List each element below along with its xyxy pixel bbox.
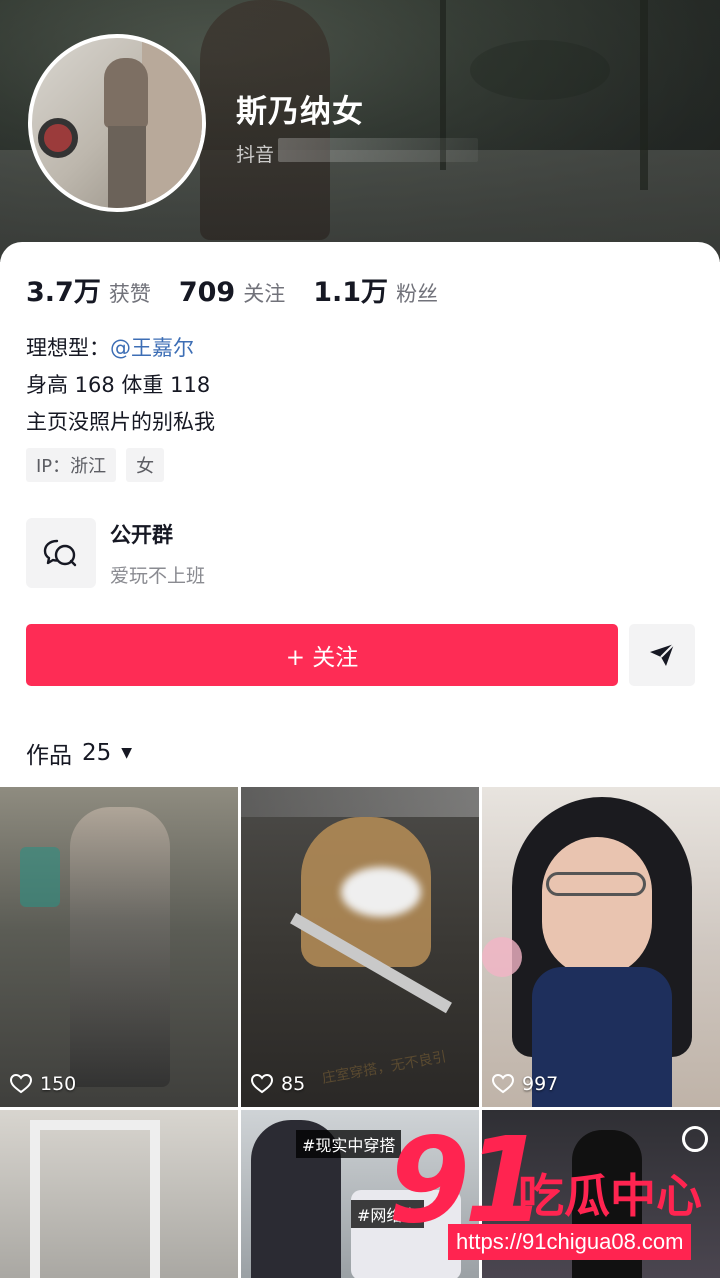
like-count: 85 (251, 1073, 305, 1095)
group-text: 公开群 爱玩不上班 (110, 519, 205, 588)
watermark-url: https://91chigua08.com (448, 1224, 692, 1260)
bio: 理想型：@王嘉尔 身高 168 体重 118 主页没照片的别私我 (26, 330, 215, 441)
thumbnail-rack (30, 1120, 160, 1130)
stat-label: 粉丝 (396, 282, 439, 306)
like-count-value: 85 (281, 1073, 306, 1095)
mention-link[interactable]: @王嘉尔 (110, 336, 194, 360)
thumbnail-ceiling (241, 787, 479, 817)
bio-line-height-weight: 身高 168 体重 118 (26, 373, 211, 397)
heart-icon (251, 1074, 273, 1094)
works-label: 作品 (26, 743, 72, 769)
username: 斯乃纳女 (236, 94, 364, 130)
thumbnail-blur-mosaic (341, 867, 421, 917)
stat-value: 709 (178, 277, 236, 308)
video-tile[interactable]: 庄室穿搭，无不良引 85 (241, 787, 479, 1107)
group-title: 公开群 (110, 522, 173, 547)
profile-tags: IP：浙江 女 (26, 448, 174, 482)
stat-following[interactable]: 709 关注 (179, 277, 285, 308)
follow-button[interactable]: + 关注 (26, 624, 618, 686)
avatar[interactable] (28, 34, 206, 212)
avatar-mirror (142, 38, 202, 208)
bio-line-note: 主页没照片的别私我 (26, 410, 215, 434)
stat-followers[interactable]: 1.1万 粉丝 (313, 270, 438, 309)
like-count: 150 (10, 1073, 76, 1095)
thumbnail-chair (20, 847, 60, 907)
heart-icon (492, 1074, 514, 1094)
avatar-figure-legs (108, 126, 146, 208)
thumbnail-rack (30, 1120, 40, 1278)
video-tile[interactable]: 997 (482, 787, 720, 1107)
stat-label: 关注 (243, 282, 286, 306)
bio-line-ideal-type: 理想型：@王嘉尔 (26, 330, 215, 367)
like-count-value: 997 (522, 1073, 559, 1095)
bio-prefix: 理想型： (26, 336, 110, 360)
tag-gender: 女 (126, 448, 165, 482)
thumbnail-face (542, 837, 652, 977)
platform-label: 抖音 (236, 144, 275, 166)
watermark: 91 吃瓜中心 https://91chigua08.com (388, 1120, 720, 1278)
tag-ip-location: IP：浙江 (26, 448, 117, 482)
like-count-value: 150 (40, 1073, 77, 1095)
heart-sticker (482, 937, 522, 977)
background-foliage (470, 40, 610, 100)
thumbnail-caption-top: #现实中穿搭 (296, 1130, 402, 1158)
stat-value: 1.1万 (313, 277, 389, 308)
thumbnail-rack (150, 1120, 160, 1278)
stat-value: 3.7万 (26, 277, 101, 308)
blurred-account-id (278, 138, 478, 162)
stat-label: 获赞 (108, 282, 151, 306)
works-tab[interactable]: 作品 25 ▼ (26, 736, 132, 770)
public-group-entry[interactable]: 公开群 爱玩不上班 (26, 518, 205, 588)
background-tree (640, 0, 648, 190)
avatar-figure-top (104, 58, 148, 128)
video-tile[interactable] (0, 1110, 238, 1278)
share-button[interactable] (629, 624, 695, 686)
thumbnail-glasses (546, 872, 646, 896)
heart-icon (10, 1074, 32, 1094)
caret-down-icon: ▼ (121, 745, 133, 761)
watermark-text: 吃瓜中心 (518, 1169, 702, 1223)
thumbnail-caption: 庄室穿搭，无不良引 (320, 1049, 448, 1087)
works-count: 25 (82, 740, 112, 766)
video-tile[interactable]: 150 (0, 787, 238, 1107)
thumbnail-figure (70, 807, 170, 1087)
profile-stats: 3.7万 获赞 709 关注 1.1万 粉丝 (26, 270, 466, 309)
chat-group-icon (26, 518, 96, 588)
avatar-bike (38, 118, 78, 158)
send-icon (650, 643, 675, 666)
group-subtitle: 爱玩不上班 (110, 564, 206, 587)
like-count: 997 (492, 1073, 558, 1095)
stat-likes[interactable]: 3.7万 获赞 (26, 270, 151, 309)
